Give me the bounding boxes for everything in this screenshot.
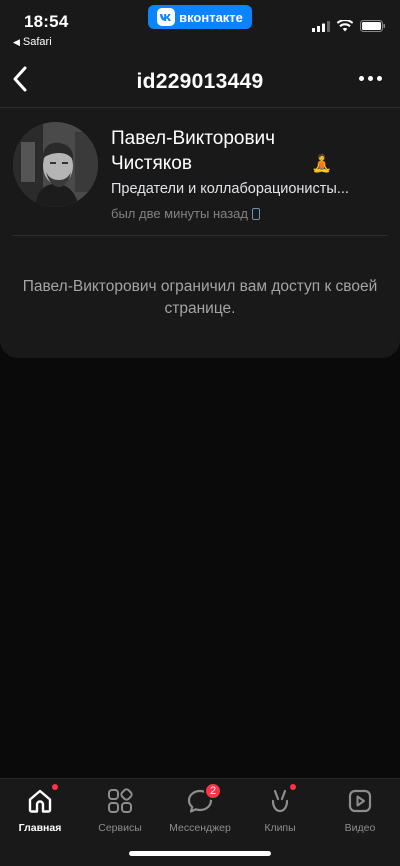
- home-icon: [26, 784, 58, 815]
- more-dot-icon: [377, 76, 382, 81]
- clips-icon: [266, 784, 296, 815]
- battery-icon: [360, 20, 385, 32]
- tab-clips[interactable]: Клипы: [240, 784, 320, 839]
- notification-dot: [290, 784, 296, 790]
- system-icons: [312, 20, 386, 32]
- vk-logo-icon: [157, 8, 176, 26]
- tab-messenger[interactable]: 2 Мессенджер: [160, 782, 240, 839]
- profile-status[interactable]: Предатели и коллаборационисты...: [111, 181, 349, 197]
- back-to-app-link[interactable]: ◀ Safari: [13, 36, 52, 48]
- profile-name: Павел-Викторович Чистяков: [111, 126, 275, 176]
- tab-video[interactable]: Видео: [320, 785, 400, 839]
- page-title: id229013449: [136, 70, 264, 93]
- mobile-device-icon: [252, 207, 261, 220]
- app-pill[interactable]: вконтакте: [148, 5, 252, 29]
- navigation-bar: id229013449: [0, 52, 400, 108]
- tab-label: Мессенджер: [169, 822, 231, 834]
- cellular-signal-icon: [312, 20, 330, 32]
- profile-last-name: Чистяков: [111, 153, 192, 174]
- home-indicator[interactable]: [129, 851, 271, 856]
- tab-services[interactable]: Сервисы: [80, 785, 160, 839]
- clock: 18:54: [24, 12, 69, 31]
- status-bar: 18:54 ◀ Safari вконтакте: [0, 0, 400, 52]
- more-dot-icon: [359, 76, 364, 81]
- app-pill-label: вконтакте: [179, 9, 243, 25]
- unread-badge: 2: [204, 782, 222, 800]
- more-dot-icon: [368, 76, 373, 81]
- last-seen: был две минуты назад: [111, 206, 261, 221]
- last-seen-text: был две минуты назад: [111, 206, 249, 221]
- tab-label: Главная: [18, 822, 62, 834]
- access-restricted-message: Павел-Викторович ограничил вам доступ к …: [22, 278, 378, 317]
- messenger-icon: 2: [186, 782, 222, 815]
- video-icon: [346, 787, 374, 815]
- services-icon: [106, 787, 134, 815]
- profile-header: Павел-Викторович Чистяков 🧘 Предатели и …: [12, 122, 388, 236]
- avatar-photo: [13, 122, 98, 207]
- back-app-label: Safari: [22, 36, 52, 48]
- profile-card: id229013449 Павел-Викторович Чистяков 🧘 …: [0, 52, 400, 358]
- more-options-button[interactable]: [359, 76, 382, 81]
- meditation-emoji-icon: 🧘: [311, 154, 333, 173]
- avatar[interactable]: [13, 122, 98, 207]
- back-triangle-icon: ◀: [13, 37, 20, 47]
- tab-label: Видео: [344, 822, 376, 834]
- notification-dot: [52, 784, 58, 790]
- tab-label: Клипы: [264, 822, 296, 834]
- tab-home[interactable]: Главная: [0, 784, 80, 839]
- tab-label: Сервисы: [98, 822, 142, 834]
- profile-first-name: Павел-Викторович: [111, 128, 276, 149]
- wifi-icon: [337, 20, 353, 32]
